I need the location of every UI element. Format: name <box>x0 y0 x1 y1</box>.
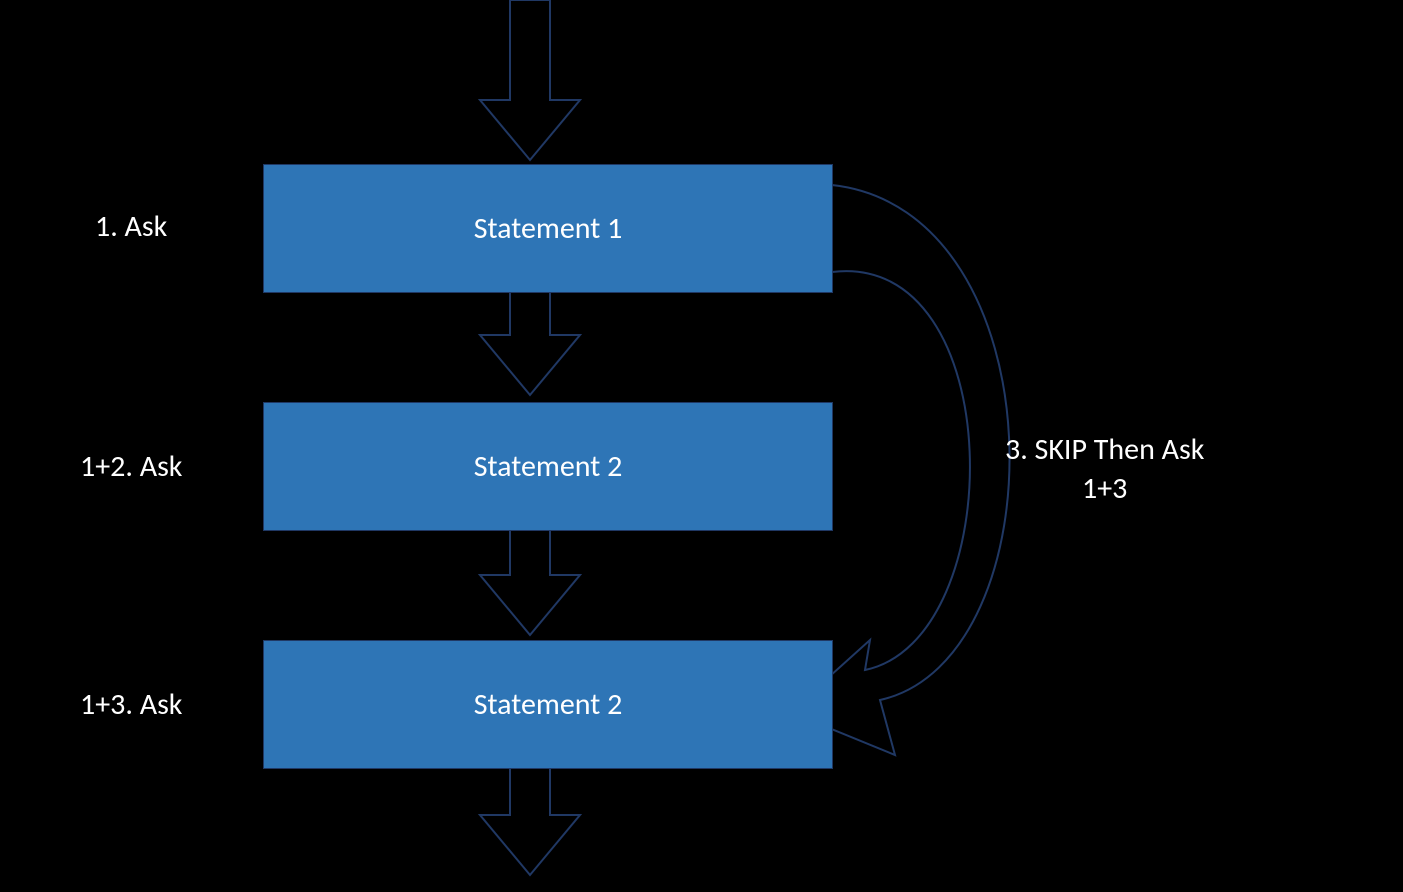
label-right-skip: 3. SKIP Then Ask 1+3 <box>1005 430 1204 508</box>
box-statement-2a: Statement 2 <box>263 402 833 531</box>
box-statement-2b: Statement 2 <box>263 640 833 769</box>
box-2-label: Statement 2 <box>474 448 623 485</box>
arrow-2-to-3 <box>480 530 580 635</box>
label-left-2: 1+2. Ask <box>80 448 182 485</box>
label-left-3: 1+3. Ask <box>80 686 182 723</box>
box-3-label: Statement 2 <box>474 686 623 723</box>
arrow-1-to-2 <box>480 292 580 395</box>
arrow-into-1 <box>480 0 580 160</box>
arrow-out-of-3 <box>480 768 580 875</box>
label-left-1: 1. Ask <box>95 208 167 245</box>
box-statement-1: Statement 1 <box>263 164 833 293</box>
diagram-stage: Statement 1 Statement 2 Statement 2 1. A… <box>0 0 1403 892</box>
box-1-label: Statement 1 <box>474 210 623 247</box>
